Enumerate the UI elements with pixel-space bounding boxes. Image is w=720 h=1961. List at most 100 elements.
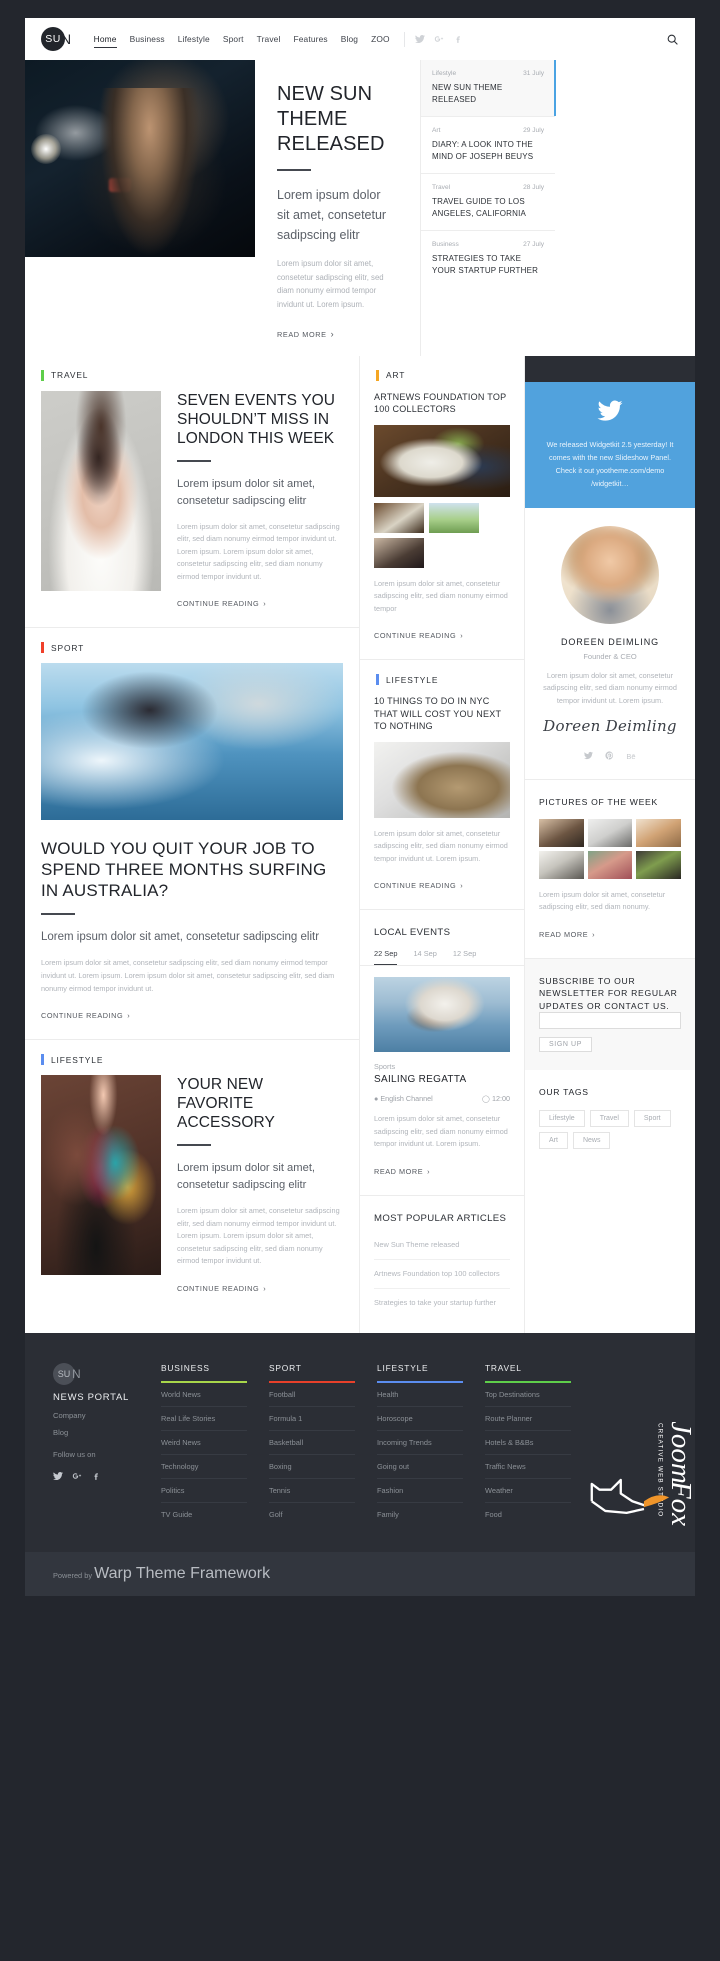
- subscribe-widget: SUBSCRIBE TO OUR NEWSLETTER FOR REGULAR …: [525, 958, 695, 1071]
- picture-thumb[interactable]: [587, 850, 633, 879]
- tab-12-sep[interactable]: 12 Sep: [453, 949, 476, 965]
- footer-logo[interactable]: SU N: [53, 1362, 139, 1385]
- footer-link[interactable]: World News: [161, 1383, 247, 1407]
- nav-item-business[interactable]: Business: [130, 31, 165, 47]
- footer-link[interactable]: Going out: [377, 1455, 463, 1479]
- tag-lifestyle[interactable]: Lifestyle: [539, 1109, 585, 1127]
- lifestyle-mid-continue-link[interactable]: CONTINUE READING ›: [374, 881, 463, 890]
- travel-continue-label: CONTINUE READING: [177, 599, 260, 608]
- kicker-travel: TRAVEL: [25, 356, 359, 391]
- picture-thumb[interactable]: [587, 818, 633, 847]
- footer-link[interactable]: Route Planner: [485, 1407, 571, 1431]
- sport-continue-link[interactable]: CONTINUE READING ›: [41, 1011, 130, 1020]
- article-lifestyle: LIFESTYLE YOUR NEW FAVORITE ACCESSORY Lo…: [25, 1040, 359, 1312]
- google-plus-icon[interactable]: [434, 34, 444, 44]
- picture-thumb[interactable]: [636, 818, 681, 847]
- twitter-icon[interactable]: [584, 747, 594, 765]
- tag-travel[interactable]: Travel: [589, 1109, 629, 1127]
- pinterest-icon[interactable]: [605, 747, 614, 765]
- footer-link[interactable]: Incoming Trends: [377, 1431, 463, 1455]
- powered-by-link[interactable]: Warp Theme Framework: [94, 1565, 270, 1582]
- tag-sport[interactable]: Sport: [633, 1109, 671, 1127]
- tab-14-sep[interactable]: 14 Sep: [413, 949, 436, 965]
- subscribe-email-input[interactable]: [539, 1012, 681, 1030]
- most-popular-item[interactable]: New Sun Theme released: [374, 1231, 510, 1260]
- footer-link[interactable]: Fashion: [377, 1479, 463, 1503]
- twitter-text: We released Widgetkit 2.5 yesterday! It …: [546, 439, 674, 488]
- footer-link[interactable]: Basketball: [269, 1431, 355, 1455]
- tab-22-sep[interactable]: 22 Sep: [374, 949, 398, 965]
- lifestyle-continue-link[interactable]: CONTINUE READING ›: [177, 1284, 266, 1293]
- hero-image: [25, 60, 255, 257]
- lifestyle-continue-label: CONTINUE READING: [177, 1283, 260, 1293]
- art-thumbnail[interactable]: [374, 502, 424, 533]
- footer-link[interactable]: Hotels & B&Bs: [485, 1431, 571, 1455]
- footer-link[interactable]: Politics: [161, 1479, 247, 1503]
- footer-link[interactable]: Real Life Stories: [161, 1407, 247, 1431]
- news-list-item[interactable]: Art 29 July DIARY: A LOOK INTO THE MIND …: [421, 117, 555, 174]
- hero-title: NEW SUN THEME RELEASED: [277, 83, 385, 155]
- nav-item-home[interactable]: Home: [93, 31, 117, 48]
- nav-item-blog[interactable]: Blog: [341, 31, 358, 47]
- most-popular-item[interactable]: Artnews Foundation top 100 collectors: [374, 1260, 510, 1289]
- footer-link[interactable]: Football: [269, 1383, 355, 1407]
- travel-continue-link[interactable]: CONTINUE READING ›: [177, 599, 266, 608]
- travel-image: [41, 390, 161, 591]
- event-cta-wrap: READ MORE ›: [360, 1151, 524, 1179]
- footer-link[interactable]: Food: [485, 1503, 571, 1526]
- nav-item-sport[interactable]: Sport: [223, 31, 244, 47]
- nav-item-zoo[interactable]: ZOO: [371, 31, 390, 47]
- footer-link[interactable]: Weird News: [161, 1431, 247, 1455]
- footer-link[interactable]: Weather: [485, 1479, 571, 1503]
- hero-read-more-link[interactable]: READ MORE ›: [277, 329, 334, 339]
- art-continue-link[interactable]: CONTINUE READING ›: [374, 631, 463, 640]
- footer-link[interactable]: TV Guide: [161, 1503, 247, 1526]
- tag-news[interactable]: News: [572, 1131, 611, 1149]
- hero-lead: Lorem ipsum dolor sit amet, consetetur s…: [277, 188, 387, 242]
- site-header: SU N Home Business Lifestyle Sport Trave…: [25, 18, 695, 60]
- footer-link[interactable]: Health: [377, 1383, 463, 1407]
- footer-link[interactable]: Horoscope: [377, 1407, 463, 1431]
- sport-rule: [41, 913, 75, 915]
- picture-thumb[interactable]: [539, 850, 584, 879]
- most-popular-item[interactable]: Strategies to take your startup further: [374, 1289, 510, 1317]
- picture-thumb[interactable]: [636, 850, 681, 879]
- picture-thumb[interactable]: [539, 818, 584, 847]
- footer-link-blog[interactable]: Blog: [53, 1428, 139, 1437]
- footer-link[interactable]: Boxing: [269, 1455, 355, 1479]
- subscribe-title: SUBSCRIBE TO OUR NEWSLETTER FOR REGULAR …: [539, 975, 678, 1011]
- facebook-icon[interactable]: [453, 34, 463, 44]
- art-thumbnail[interactable]: [429, 502, 479, 533]
- footer-link[interactable]: Family: [377, 1503, 463, 1526]
- art-thumbnail[interactable]: [374, 537, 424, 568]
- footer-link[interactable]: Golf: [269, 1503, 355, 1526]
- nav-item-travel[interactable]: Travel: [257, 31, 281, 47]
- lifestyle-rule: [177, 1144, 211, 1147]
- nav-item-lifestyle[interactable]: Lifestyle: [178, 31, 210, 47]
- facebook-icon[interactable]: [91, 1468, 101, 1486]
- news-list-item[interactable]: Business 27 July STRATEGIES TO TAKE YOUR…: [421, 231, 555, 287]
- footer-link[interactable]: Technology: [161, 1455, 247, 1479]
- news-list-item[interactable]: Lifestyle 31 July NEW SUN THEME RELEASED: [421, 60, 556, 117]
- twitter-icon[interactable]: [53, 1468, 63, 1486]
- footer-link[interactable]: Formula 1: [269, 1407, 355, 1431]
- footer-column-list: Top Destinations Route Planner Hotels & …: [485, 1383, 571, 1526]
- site-logo[interactable]: SU N: [41, 27, 72, 51]
- twitter-icon[interactable]: [414, 34, 425, 44]
- footer-link[interactable]: Top Destinations: [485, 1383, 571, 1407]
- google-plus-icon[interactable]: [72, 1468, 82, 1486]
- behance-icon[interactable]: Bē: [626, 752, 635, 761]
- travel-body: Lorem ipsum dolor sit amet, consetetur s…: [177, 521, 340, 581]
- footer-link[interactable]: Traffic News: [485, 1455, 571, 1479]
- pictures-read-more-link[interactable]: READ MORE ›: [539, 930, 595, 939]
- footer-link-company[interactable]: Company: [53, 1411, 139, 1420]
- search-button[interactable]: [666, 33, 679, 46]
- kicker-bar: [41, 369, 44, 381]
- event-read-more-link[interactable]: READ MORE ›: [374, 1167, 430, 1176]
- footer-link[interactable]: Tennis: [269, 1479, 355, 1503]
- hero-image-accent: [109, 178, 131, 192]
- news-list-item[interactable]: Travel 28 July TRAVEL GUIDE TO LOS ANGEL…: [421, 174, 555, 231]
- sign-up-button[interactable]: SIGN UP: [539, 1037, 592, 1053]
- nav-item-features[interactable]: Features: [293, 31, 327, 47]
- tag-art[interactable]: Art: [539, 1131, 568, 1149]
